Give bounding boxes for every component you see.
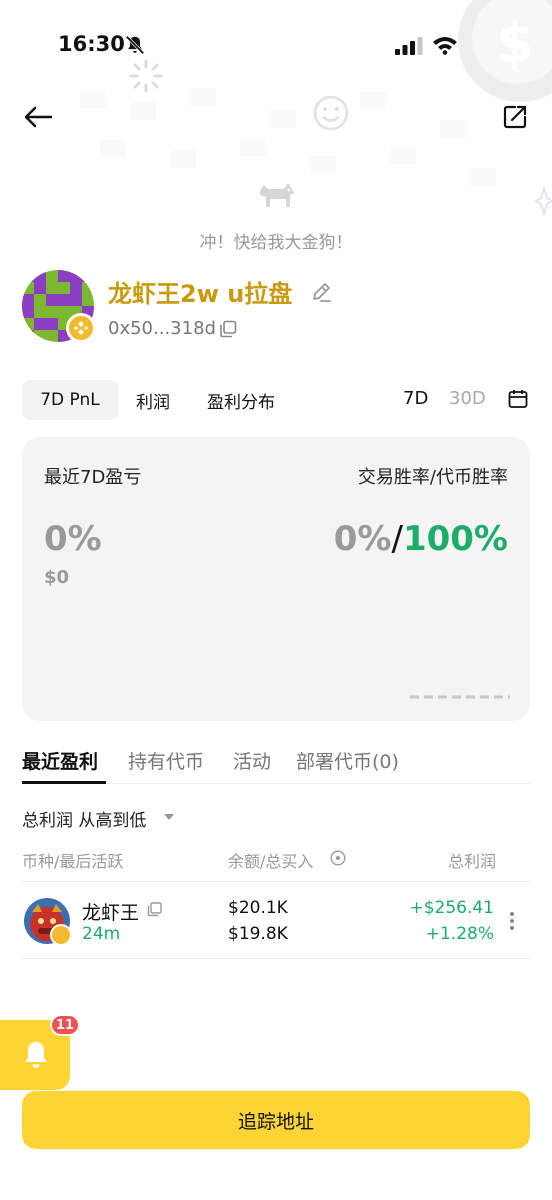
share-button[interactable] xyxy=(495,97,535,137)
pnl-sparkline xyxy=(410,695,510,699)
tab-7d-pnl[interactable]: 7D PnL xyxy=(22,380,118,420)
trade-winrate: 0% xyxy=(333,519,392,559)
more-options-icon[interactable] xyxy=(508,910,516,932)
copy-token-icon[interactable] xyxy=(147,902,162,917)
token-balance: $20.1K xyxy=(228,898,288,918)
pnl-card: 最近7D盈亏 交易胜率/代币胜率 0% $0 0%/100% xyxy=(22,437,530,721)
caret-down-icon[interactable] xyxy=(164,813,174,821)
copy-address-icon[interactable] xyxy=(219,320,237,338)
column-total-profit: 总利润 xyxy=(448,852,497,871)
bell-off-icon xyxy=(125,35,145,55)
edit-name-icon[interactable] xyxy=(310,281,332,303)
cellular-signal-icon xyxy=(395,37,423,55)
calendar-icon[interactable] xyxy=(508,389,528,409)
winrate-separator: / xyxy=(391,519,403,559)
battery-icon xyxy=(464,35,503,55)
track-address-button[interactable]: 追踪地址 xyxy=(22,1091,530,1149)
status-bar: 16:30 xyxy=(0,0,552,90)
notification-count-badge: 11 xyxy=(50,1014,81,1036)
pnl-percent: 0% xyxy=(44,519,102,559)
row-divider xyxy=(22,958,530,959)
tab-profit[interactable]: 利润 xyxy=(124,380,182,420)
tab-profit-distribution[interactable]: 盈利分布 xyxy=(194,380,288,420)
wallet-address: 0x50...318d xyxy=(108,318,216,339)
token-total-buy: $19.8K xyxy=(228,924,288,944)
subtab-deployed-tokens[interactable]: 部署代币(0) xyxy=(296,747,399,774)
range-7d[interactable]: 7D xyxy=(403,388,428,409)
wallet-name: 龙虾王2w u拉盘 xyxy=(108,280,293,308)
share-icon xyxy=(503,105,527,129)
token-winrate: 100% xyxy=(402,519,508,559)
subtab-active-indicator xyxy=(22,781,106,784)
recent-pnl-label: 最近7D盈亏 xyxy=(44,467,142,488)
background-sparkle-decoration xyxy=(534,186,552,216)
pnl-usd: $0 xyxy=(44,567,70,588)
dog-icon xyxy=(260,183,294,207)
info-icon[interactable] xyxy=(330,850,346,866)
winrate-label: 交易胜率/代币胜率 xyxy=(357,467,508,488)
table-row[interactable]: 龙虾王 24m $20.1K $19.8K +$256.41 +1.28% xyxy=(0,882,552,958)
status-time: 16:30 xyxy=(58,32,125,56)
winrate-values: 0%/100% xyxy=(334,519,508,559)
token-last-active: 24m xyxy=(82,924,121,944)
sort-selector[interactable]: 总利润 从高到低 xyxy=(22,806,146,831)
back-button[interactable] xyxy=(18,97,58,137)
subtab-activity[interactable]: 活动 xyxy=(233,747,271,774)
bnb-chain-icon xyxy=(66,313,96,343)
bell-icon xyxy=(25,1042,47,1068)
token-name: 龙虾王 xyxy=(82,902,140,924)
column-token-last-active: 币种/最后活跃 xyxy=(22,852,124,871)
column-balance-total-buy: 余额/总买入 xyxy=(228,852,314,871)
profile-slogan: 冲！快给我大金狗！ xyxy=(199,233,353,253)
wifi-icon xyxy=(433,37,457,55)
token-profit-percent: +1.28% xyxy=(425,924,494,944)
subtab-holdings[interactable]: 持有代币 xyxy=(128,747,204,774)
back-arrow-icon xyxy=(24,106,53,128)
subtab-recent-profit[interactable]: 最近盈利 xyxy=(22,747,98,774)
token-profit: +$256.41 xyxy=(409,898,494,918)
bnb-chain-icon xyxy=(50,924,72,946)
background-smiley-decoration xyxy=(313,95,349,131)
range-30d[interactable]: 30D xyxy=(449,388,486,409)
